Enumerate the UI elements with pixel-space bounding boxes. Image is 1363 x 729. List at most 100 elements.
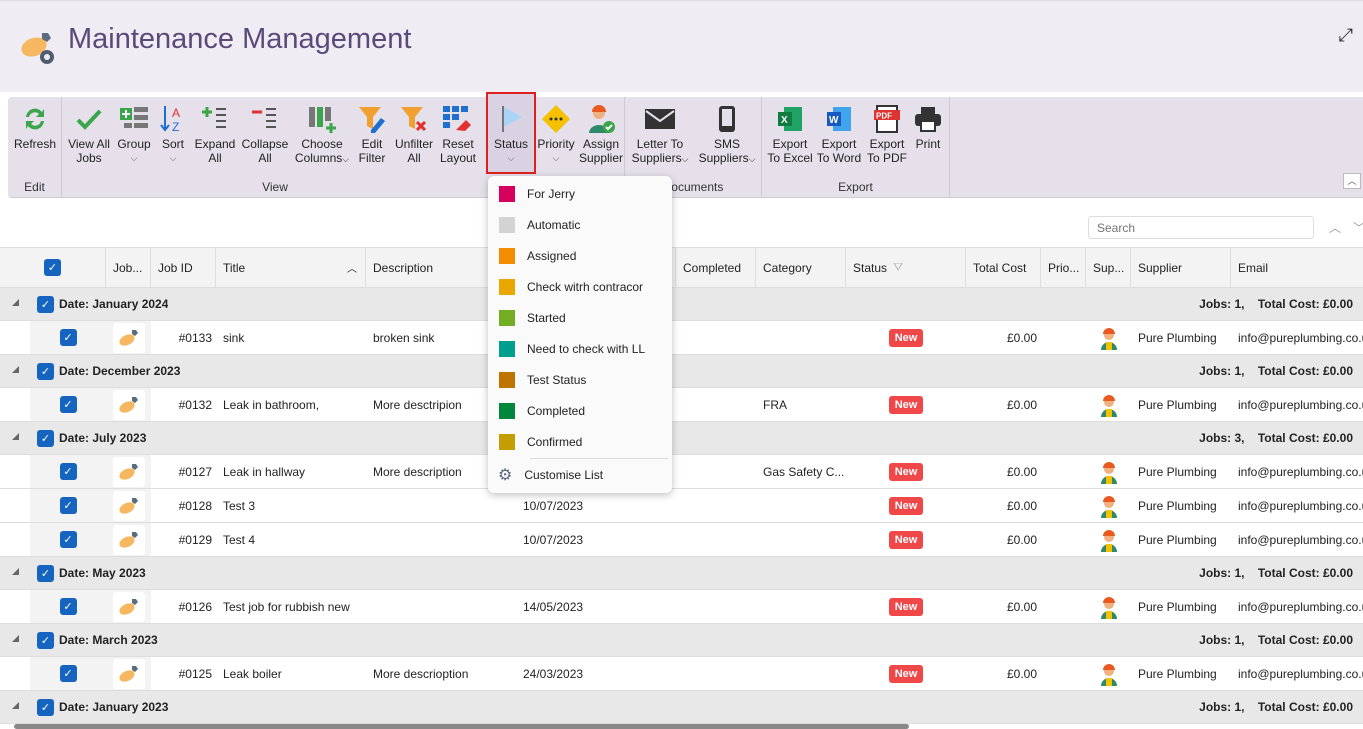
- choose-columns-button[interactable]: Choose Columns⌵: [292, 101, 352, 166]
- filter-icon[interactable]: ⛛: [893, 260, 903, 275]
- job-id: #0125: [178, 666, 212, 681]
- status-menu-item[interactable]: Test Status: [488, 364, 672, 395]
- status-menu-item[interactable]: Automatic: [488, 209, 672, 240]
- refresh-button[interactable]: Refresh: [12, 101, 58, 151]
- row-checkbox[interactable]: ✓: [59, 531, 77, 548]
- status-color-swatch: [499, 371, 515, 388]
- maximize-icon[interactable]: ⤢: [1339, 25, 1353, 46]
- column-header-job-icon[interactable]: Job...: [106, 248, 151, 287]
- column-header-completed[interactable]: Completed: [676, 248, 756, 287]
- status-menu-item[interactable]: For Jerry: [488, 178, 672, 209]
- job-id: #0133: [178, 330, 212, 345]
- row-checkbox[interactable]: ✓: [59, 497, 77, 514]
- export-excel-button[interactable]: X Export To Excel: [766, 101, 814, 165]
- sort-button[interactable]: A Z Sort ⌵: [156, 101, 190, 165]
- column-header-total-cost[interactable]: Total Cost: [966, 248, 1041, 287]
- priority-button[interactable]: Priority ⌵: [534, 101, 578, 165]
- svg-text:X: X: [781, 115, 788, 126]
- phone-icon: [695, 101, 759, 137]
- column-header-status[interactable]: Status ⛛: [846, 248, 966, 287]
- status-color-swatch: [499, 433, 515, 450]
- supplier-name: Pure Plumbing: [1138, 666, 1217, 681]
- export-pdf-button[interactable]: PDF Export To PDF: [866, 101, 908, 165]
- group-checkbox[interactable]: ✓: [37, 564, 54, 582]
- select-all-checkbox[interactable]: ✓: [44, 259, 61, 276]
- group-checkbox[interactable]: ✓: [37, 631, 54, 649]
- row-select-cell: ✓: [30, 657, 106, 690]
- search-input[interactable]: [1088, 216, 1314, 239]
- customise-list-menu-item[interactable]: ⚙ Customise List: [488, 459, 672, 490]
- group-checkbox[interactable]: ✓: [37, 362, 54, 380]
- collapse-ribbon-button[interactable]: ︿: [1343, 173, 1361, 189]
- column-header-supplier[interactable]: Supplier: [1131, 248, 1231, 287]
- table-row[interactable]: ✓ #0132 Leak in bathroom, More desctripi…: [0, 388, 1363, 422]
- collapse-group-icon[interactable]: [12, 702, 19, 709]
- column-header-supplier-icon[interactable]: Sup...: [1086, 248, 1131, 287]
- table-row[interactable]: ✓ #0127 Leak in hallway More description…: [0, 455, 1363, 489]
- collapse-group-icon[interactable]: [12, 299, 19, 306]
- table-row[interactable]: ✓ #0129 Test 4 10/07/2023 New £0.00 Pure…: [0, 523, 1363, 557]
- chevron-up-icon[interactable]: ︿: [1329, 219, 1341, 236]
- view-all-jobs-button[interactable]: View All Jobs: [66, 101, 112, 165]
- job-icon-cell: [106, 455, 151, 488]
- group-label: Date: May 2023: [59, 566, 146, 580]
- sms-suppliers-button[interactable]: SMS Suppliers⌵: [695, 101, 759, 166]
- group-checkbox[interactable]: ✓: [37, 429, 54, 447]
- row-checkbox[interactable]: ✓: [59, 329, 77, 346]
- status-menu-item[interactable]: Completed: [488, 395, 672, 426]
- column-header-priority[interactable]: Prio...: [1041, 248, 1086, 287]
- collapse-group-icon[interactable]: [12, 568, 19, 575]
- status-menu-item[interactable]: Started: [488, 302, 672, 333]
- job-category: [756, 523, 846, 556]
- status-menu-item[interactable]: Check witrh contracor: [488, 271, 672, 302]
- group-row[interactable]: ✓ Date: January 2024 Jobs: 1, Total Cost: …: [0, 288, 1363, 321]
- status-cell: New: [846, 590, 966, 623]
- group-checkbox[interactable]: ✓: [37, 698, 54, 716]
- row-checkbox[interactable]: ✓: [59, 396, 77, 413]
- expand-all-button[interactable]: Expand All: [192, 101, 238, 165]
- table-row[interactable]: ✓ #0126 Test job for rubbish new 14/05/2…: [0, 590, 1363, 624]
- edit-filter-button[interactable]: Edit Filter: [354, 101, 390, 165]
- group-checkbox[interactable]: ✓: [37, 295, 54, 313]
- status-menu-item[interactable]: Need to check with LL: [488, 333, 672, 364]
- collapse-group-icon[interactable]: [12, 635, 19, 642]
- row-checkbox[interactable]: ✓: [59, 598, 77, 615]
- column-header-email[interactable]: Email: [1231, 248, 1363, 287]
- unfilter-all-button[interactable]: Unfilter All: [392, 101, 436, 165]
- chevron-down-icon[interactable]: ﹀: [1353, 219, 1363, 236]
- svg-text:W: W: [829, 115, 839, 126]
- group-button[interactable]: Group ⌵: [114, 101, 154, 165]
- group-row[interactable]: ✓ Date: March 2023 Jobs: 1, Total Cost: £0…: [0, 624, 1363, 657]
- collapse-all-button[interactable]: Collapse All: [240, 101, 290, 165]
- group-row[interactable]: ✓ Date: December 2023 Jobs: 1, Total Cost:…: [0, 355, 1363, 388]
- chevron-down-icon: ⌵: [130, 153, 138, 163]
- letter-to-suppliers-button[interactable]: Letter To Suppliers⌵: [629, 101, 691, 166]
- worker-avatar-icon: [1092, 591, 1125, 622]
- column-header-job-id[interactable]: Job ID: [151, 248, 216, 287]
- row-checkbox[interactable]: ✓: [59, 665, 77, 682]
- group-row[interactable]: ✓ Date: May 2023 Jobs: 1, Total Cost: £0.0…: [0, 557, 1363, 590]
- print-button[interactable]: Print: [910, 101, 946, 151]
- reset-layout-button[interactable]: Reset Layout: [438, 101, 478, 165]
- column-header-category[interactable]: Category: [756, 248, 846, 287]
- job-type-icon: [112, 490, 145, 521]
- group-row[interactable]: ✓ Date: January 2023 Jobs: 1, Total Cost: …: [0, 691, 1363, 724]
- table-row[interactable]: ✓ #0128 Test 3 10/07/2023 New £0.00 Pure…: [0, 489, 1363, 523]
- status-menu-item[interactable]: Assigned: [488, 240, 672, 271]
- select-all-header[interactable]: ✓: [0, 248, 106, 287]
- collapse-group-icon[interactable]: [12, 433, 19, 440]
- status-button[interactable]: Status ⌵: [486, 92, 536, 174]
- horizontal-scrollbar[interactable]: [14, 724, 909, 729]
- supplier-icon-cell: [1086, 657, 1131, 690]
- table-row[interactable]: ✓ #0125 Leak boiler More descrioption 24…: [0, 657, 1363, 691]
- collapse-group-icon[interactable]: [12, 366, 19, 373]
- status-menu-item[interactable]: Confirmed: [488, 426, 672, 457]
- assign-supplier-button[interactable]: Assign Supplier: [578, 101, 624, 165]
- group-row[interactable]: ✓ Date: July 2023 Jobs: 3, Total Cost: £0.…: [0, 422, 1363, 455]
- supplier-icon-cell: [1086, 523, 1131, 556]
- column-header-title[interactable]: Title ︿: [216, 248, 366, 287]
- table-row[interactable]: ✓ #0133 sink broken sink New £0.00 Pure …: [0, 321, 1363, 355]
- row-checkbox[interactable]: ✓: [59, 463, 77, 480]
- export-word-button[interactable]: W Export To Word: [814, 101, 864, 165]
- group-label-view: View: [262, 180, 288, 194]
